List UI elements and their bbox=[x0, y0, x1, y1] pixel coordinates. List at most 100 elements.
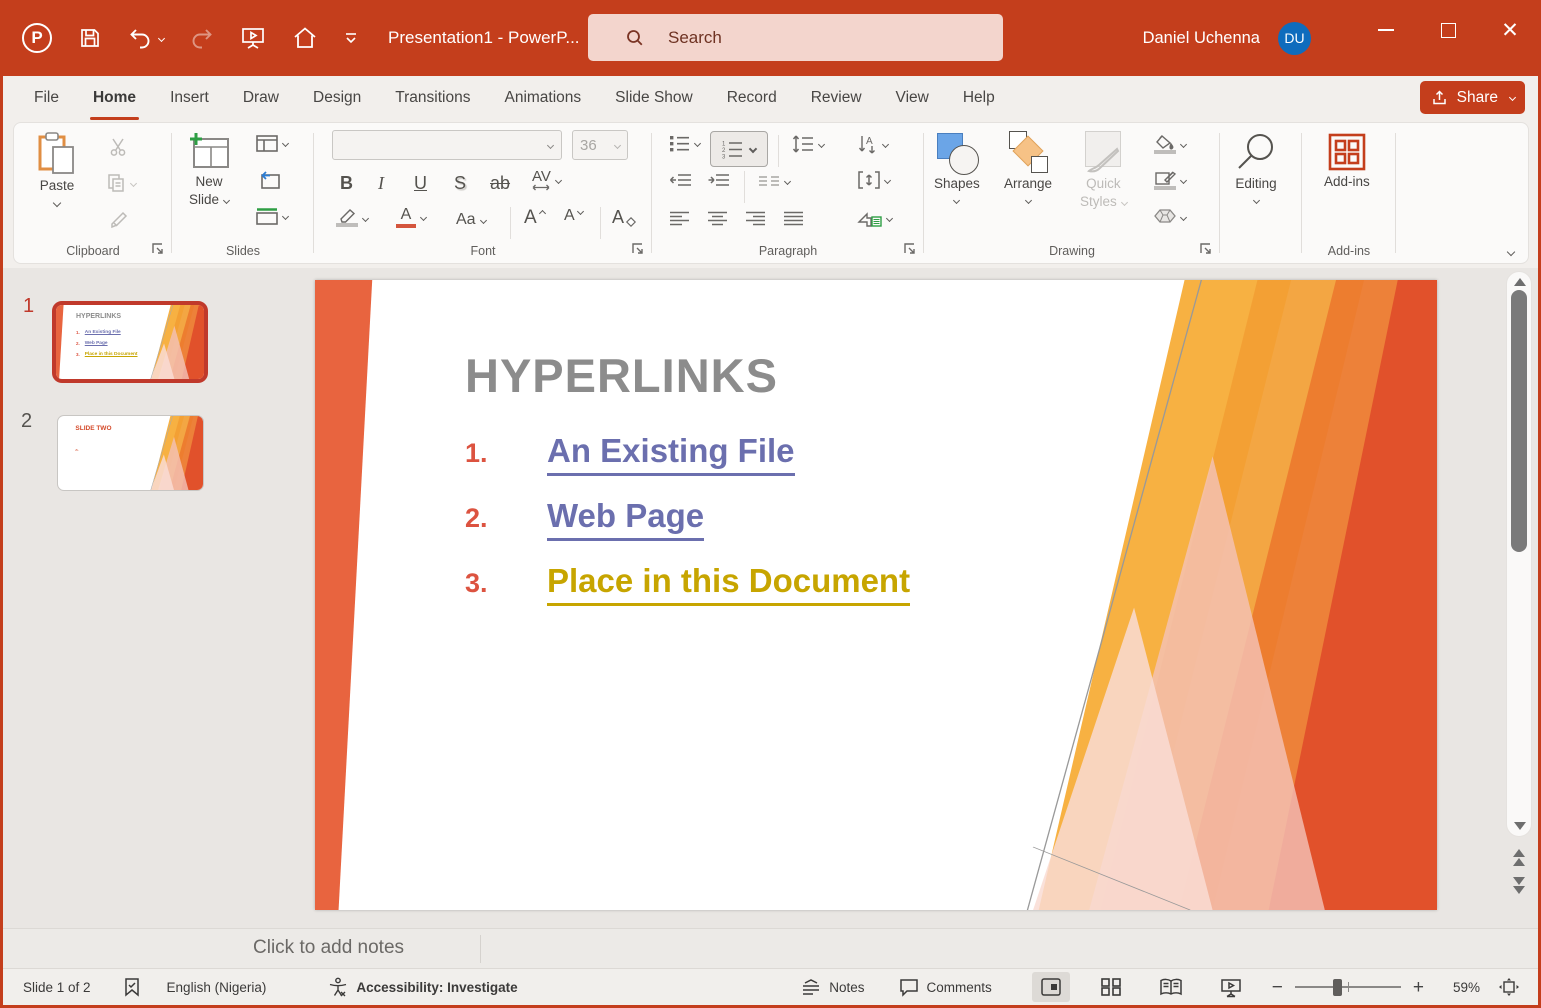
slide-thumbnail-2[interactable]: SLIDE TWO a. bbox=[57, 415, 204, 491]
copy-dropdown-chevron[interactable] bbox=[129, 179, 138, 187]
underline-button[interactable]: U bbox=[414, 173, 427, 194]
bullets-chevron[interactable] bbox=[693, 139, 702, 148]
tab-animations[interactable]: Animations bbox=[487, 76, 598, 120]
start-from-beginning-icon[interactable] bbox=[240, 25, 266, 51]
notes-toggle-button[interactable]: Notes bbox=[801, 979, 865, 995]
format-painter-button[interactable] bbox=[109, 210, 129, 230]
font-name-combo[interactable] bbox=[332, 130, 562, 160]
line-spacing-button[interactable] bbox=[792, 135, 826, 153]
increase-font-size-button[interactable]: A bbox=[524, 207, 546, 229]
hyperlink-web-page[interactable]: Web Page bbox=[547, 497, 705, 541]
slide-sorter-view-button[interactable] bbox=[1092, 972, 1130, 1002]
text-shadow-button[interactable]: S bbox=[454, 173, 466, 194]
decrease-font-size-button[interactable]: A bbox=[564, 207, 584, 225]
shape-outline-button[interactable] bbox=[1154, 171, 1188, 190]
align-right-button[interactable] bbox=[746, 211, 766, 226]
shape-fill-button[interactable] bbox=[1154, 135, 1188, 154]
reset-slide-button[interactable] bbox=[258, 171, 280, 189]
comments-button[interactable]: Comments bbox=[899, 978, 992, 997]
accessibility-button[interactable]: Accessibility: Investigate bbox=[328, 977, 518, 997]
zoom-percentage[interactable]: 59% bbox=[1440, 980, 1480, 995]
redo-button[interactable] bbox=[190, 26, 214, 50]
maximize-button[interactable] bbox=[1417, 0, 1479, 60]
shape-fill-chevron[interactable] bbox=[1179, 140, 1188, 149]
tab-design[interactable]: Design bbox=[296, 76, 378, 120]
character-spacing-chevron[interactable] bbox=[554, 176, 562, 184]
tab-slide-show[interactable]: Slide Show bbox=[598, 76, 710, 120]
quick-styles-button[interactable]: Quick Styles bbox=[1080, 131, 1128, 211]
home-icon[interactable] bbox=[292, 25, 318, 51]
zoom-slider-thumb[interactable] bbox=[1333, 978, 1343, 996]
minimize-button[interactable] bbox=[1355, 0, 1417, 60]
tab-view[interactable]: View bbox=[879, 76, 946, 120]
addins-button[interactable]: Add-ins bbox=[1324, 131, 1370, 191]
layout-chevron[interactable] bbox=[281, 139, 290, 148]
italic-button[interactable]: I bbox=[378, 173, 384, 194]
shapes-button[interactable]: Shapes bbox=[934, 131, 980, 205]
hyperlink-place-in-document[interactable]: Place in this Document bbox=[547, 562, 911, 606]
font-color-chevron[interactable] bbox=[419, 213, 428, 222]
previous-slide-button[interactable] bbox=[1506, 849, 1532, 866]
align-center-button[interactable] bbox=[708, 211, 728, 226]
powerpoint-app-icon[interactable]: P bbox=[22, 23, 52, 53]
language-button[interactable]: English (Nigeria) bbox=[167, 980, 267, 995]
change-case-chevron[interactable] bbox=[479, 216, 487, 224]
decrease-indent-button[interactable] bbox=[669, 173, 692, 189]
spell-check-button[interactable] bbox=[123, 977, 141, 997]
section-button[interactable] bbox=[256, 208, 290, 225]
convert-to-smartart-button[interactable] bbox=[857, 209, 894, 227]
zoom-out-button[interactable]: − bbox=[1272, 978, 1283, 997]
columns-button[interactable] bbox=[758, 175, 792, 188]
editing-button[interactable]: Editing bbox=[1234, 131, 1278, 205]
bullets-button[interactable] bbox=[670, 135, 702, 152]
fit-slide-to-window-button[interactable] bbox=[1490, 972, 1528, 1002]
hyperlink-existing-file[interactable]: An Existing File bbox=[547, 432, 795, 476]
character-spacing-button[interactable]: AV bbox=[532, 169, 562, 191]
reading-view-button[interactable] bbox=[1152, 972, 1190, 1002]
collapse-ribbon-button[interactable] bbox=[1506, 247, 1516, 257]
save-icon[interactable] bbox=[78, 26, 102, 50]
zoom-in-button[interactable]: + bbox=[1413, 978, 1424, 997]
avatar[interactable]: DU bbox=[1278, 21, 1311, 55]
next-slide-button[interactable] bbox=[1506, 877, 1532, 894]
tab-home[interactable]: Home bbox=[76, 76, 153, 120]
highlight-color-button[interactable] bbox=[336, 209, 370, 227]
arrange-button[interactable]: Arrange bbox=[1004, 131, 1052, 205]
font-color-button[interactable]: A bbox=[396, 207, 428, 228]
slide-title[interactable]: HYPERLINKS bbox=[465, 348, 778, 403]
justify-button[interactable] bbox=[784, 211, 804, 226]
text-sort-button[interactable]: A bbox=[858, 135, 890, 154]
undo-dropdown-chevron[interactable] bbox=[157, 34, 166, 42]
zoom-slider-track[interactable] bbox=[1294, 978, 1401, 996]
text-direction-chevron[interactable] bbox=[883, 176, 892, 184]
slide-layout-button[interactable] bbox=[256, 135, 290, 152]
font-name-chevron[interactable] bbox=[546, 141, 555, 149]
scrollbar-thumb[interactable] bbox=[1511, 290, 1527, 552]
strikethrough-button[interactable]: ab bbox=[490, 173, 510, 194]
copy-button[interactable] bbox=[107, 173, 138, 193]
increase-indent-button[interactable] bbox=[708, 173, 730, 189]
share-button[interactable]: Share bbox=[1419, 81, 1525, 114]
search-input[interactable]: Search bbox=[588, 14, 1003, 61]
notes-placeholder[interactable]: Click to add notes bbox=[253, 937, 404, 959]
tab-help[interactable]: Help bbox=[946, 76, 1012, 120]
new-slide-button[interactable]: New Slide bbox=[186, 131, 232, 209]
columns-chevron[interactable] bbox=[783, 177, 792, 186]
numbering-chevron[interactable] bbox=[748, 144, 758, 154]
share-chevron[interactable] bbox=[1508, 93, 1517, 102]
tab-file[interactable]: File bbox=[17, 76, 76, 120]
line-spacing-chevron[interactable] bbox=[817, 140, 826, 148]
account-area[interactable]: Daniel Uchenna DU bbox=[1143, 0, 1311, 76]
shape-effects-chevron[interactable] bbox=[1179, 213, 1188, 222]
paste-button[interactable]: Paste bbox=[36, 131, 78, 208]
slideshow-view-button[interactable] bbox=[1212, 972, 1250, 1002]
clipboard-dialog-launcher[interactable] bbox=[151, 242, 165, 256]
highlight-chevron[interactable] bbox=[361, 214, 370, 222]
current-slide[interactable]: HYPERLINKS 1. An Existing File 2. Web Pa… bbox=[315, 280, 1437, 910]
tab-draw[interactable]: Draw bbox=[226, 76, 296, 120]
change-case-button[interactable]: Aa bbox=[456, 211, 487, 229]
scroll-up-arrow[interactable] bbox=[1507, 278, 1533, 286]
font-dialog-launcher[interactable] bbox=[631, 242, 645, 256]
drawing-dialog-launcher[interactable] bbox=[1199, 242, 1213, 256]
slide-counter[interactable]: Slide 1 of 2 bbox=[23, 980, 91, 995]
